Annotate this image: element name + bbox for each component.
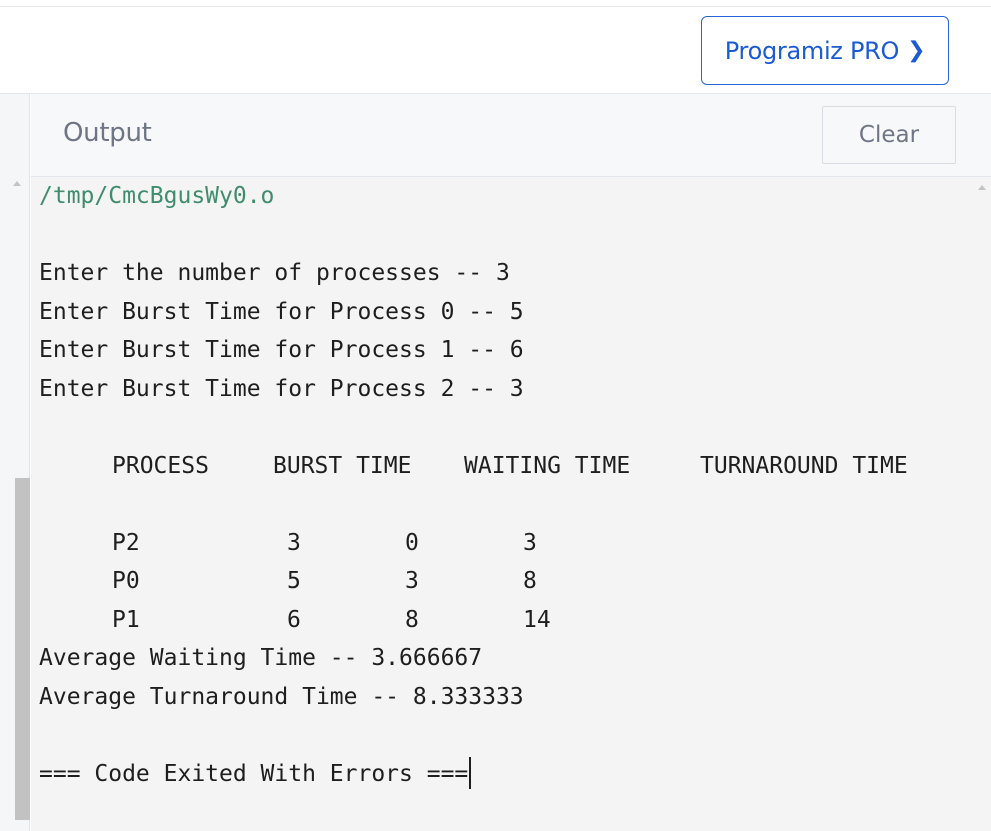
table-cell: P2 [112, 530, 140, 556]
exit-message-line: === Code Exited With Errors === [39, 756, 472, 789]
table-header-process: PROCESS [112, 453, 209, 479]
clear-button[interactable]: Clear [822, 106, 956, 164]
top-header-bar: Programiz PRO ❯ [0, 6, 991, 94]
table-cell: 3 [523, 530, 537, 556]
prompt-line: Enter the number of processes -- 3 [39, 260, 510, 286]
table-cell: 8 [523, 568, 537, 594]
prompt-line: Enter Burst Time for Process 0 -- 5 [39, 299, 524, 325]
prompt-line: Enter Burst Time for Process 2 -- 3 [39, 376, 524, 402]
programiz-pro-button[interactable]: Programiz PRO ❯ [701, 16, 949, 85]
table-cell: 3 [405, 568, 419, 594]
output-path: /tmp/CmcBgusWy0.o [39, 183, 275, 209]
output-title: Output [63, 118, 152, 148]
table-cell: 3 [287, 530, 301, 556]
scroll-up-arrow-icon[interactable] [13, 181, 21, 186]
console-output[interactable]: /tmp/CmcBgusWy0.o Enter the number of pr… [31, 177, 991, 831]
prompt-line: Enter Burst Time for Process 1 -- 6 [39, 337, 524, 363]
chevron-right-icon: ❯ [907, 38, 926, 63]
scrollbar-thumb[interactable] [15, 478, 30, 820]
table-cell: 14 [523, 607, 551, 633]
average-waiting-line: Average Waiting Time -- 3.666667 [39, 645, 483, 671]
compiler-output-window: Programiz PRO ❯ Output Clear /tmp/CmcBgu… [0, 0, 991, 831]
table-cell: 5 [287, 568, 301, 594]
scroll-up-arrow-icon[interactable] [978, 185, 986, 190]
pro-button-label: Programiz PRO [724, 36, 900, 65]
table-cell: 6 [287, 607, 301, 633]
average-turnaround-line: Average Turnaround Time -- 8.333333 [39, 684, 524, 710]
table-header-turnaround-time: TURNAROUND TIME [700, 453, 908, 479]
output-panel-header: Output Clear [31, 94, 991, 177]
table-header-burst-time: BURST TIME [273, 453, 412, 479]
table-cell: 8 [405, 607, 419, 633]
table-header-waiting-time: WAITING TIME [464, 453, 631, 479]
text-cursor [469, 756, 472, 789]
exit-message: === Code Exited With Errors === [39, 761, 469, 787]
table-cell: P0 [112, 568, 140, 594]
table-cell: 0 [405, 530, 419, 556]
table-cell: P1 [112, 607, 140, 633]
